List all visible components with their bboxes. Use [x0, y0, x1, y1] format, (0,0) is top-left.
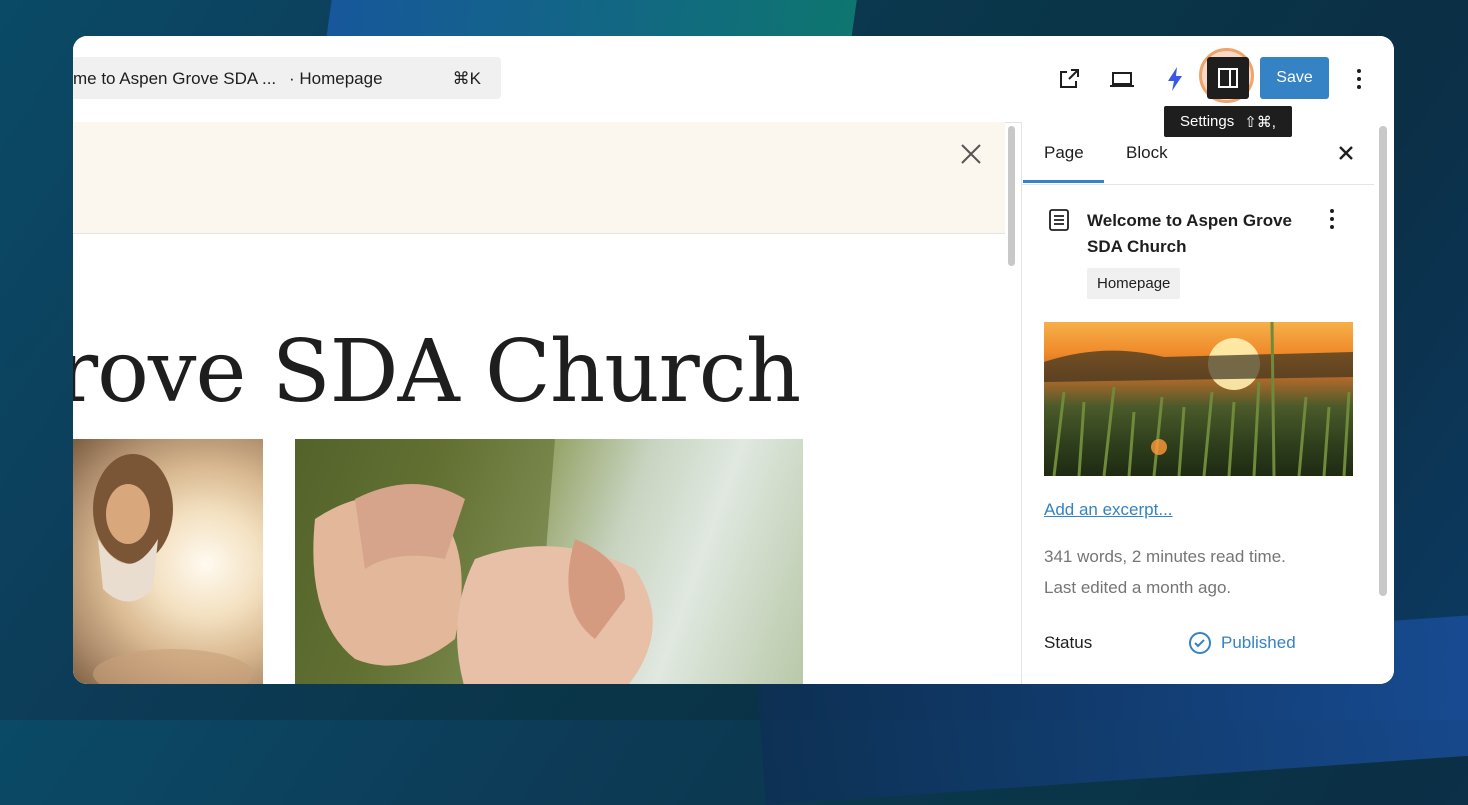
- check-circle-icon: [1189, 632, 1211, 654]
- settings-button[interactable]: [1207, 57, 1249, 99]
- close-icon[interactable]: [957, 140, 985, 168]
- more-vertical-icon[interactable]: [1329, 208, 1345, 234]
- status-label: Status: [1044, 633, 1093, 652]
- page-document-icon: [1047, 208, 1071, 232]
- template-badge[interactable]: Homepage: [1087, 268, 1181, 299]
- canvas-scrollbar[interactable]: [1008, 126, 1015, 266]
- sidebar-scrollbar[interactable]: [1379, 126, 1387, 596]
- device-preview-icon[interactable]: [1107, 64, 1137, 94]
- more-vertical-icon[interactable]: [1347, 64, 1371, 94]
- add-excerpt-link[interactable]: Add an excerpt...: [1044, 500, 1173, 520]
- document-title: me to Aspen Grove SDA ...: [73, 69, 277, 88]
- command-shortcut: ⌘K: [452, 69, 481, 88]
- status-value: Published: [1221, 633, 1296, 652]
- praying-hands-image[interactable]: [295, 439, 803, 684]
- page-heading[interactable]: rove SDA Church: [73, 322, 801, 422]
- tooltip-shortcut: ⇧⌘,: [1244, 113, 1276, 131]
- notice-banner: [73, 122, 1005, 234]
- last-edited: Last edited a month ago.: [1044, 578, 1232, 597]
- featured-image[interactable]: [1044, 322, 1353, 476]
- external-link-icon[interactable]: [1054, 64, 1084, 94]
- command-palette-button[interactable]: me to Aspen Grove SDA ... · Homepage ⌘K: [73, 57, 501, 99]
- page-title[interactable]: Welcome to Aspen Grove SDA Church: [1087, 208, 1307, 260]
- tooltip-label: Settings: [1180, 113, 1235, 130]
- settings-icon: [1218, 68, 1238, 88]
- editor-canvas[interactable]: rove SDA Church: [73, 122, 1005, 684]
- close-icon[interactable]: [1333, 140, 1359, 166]
- tab-block[interactable]: Block: [1126, 143, 1168, 163]
- settings-sidebar: Page Block Welcome to Aspen Grove SDA Ch…: [1021, 122, 1394, 684]
- document-type: · Homepage: [289, 69, 383, 88]
- tab-page[interactable]: Page: [1044, 143, 1084, 163]
- editor-window: me to Aspen Grove SDA ... · Homepage ⌘K …: [73, 36, 1394, 684]
- lightning-icon[interactable]: [1160, 64, 1190, 94]
- jesus-image[interactable]: [73, 439, 263, 684]
- settings-tooltip: Settings ⇧⌘,: [1164, 106, 1292, 137]
- word-count: 341 words, 2 minutes read time.: [1044, 547, 1286, 566]
- status-button[interactable]: Published: [1188, 631, 1296, 655]
- save-button[interactable]: Save: [1260, 57, 1329, 99]
- active-tab-indicator: [1023, 180, 1104, 183]
